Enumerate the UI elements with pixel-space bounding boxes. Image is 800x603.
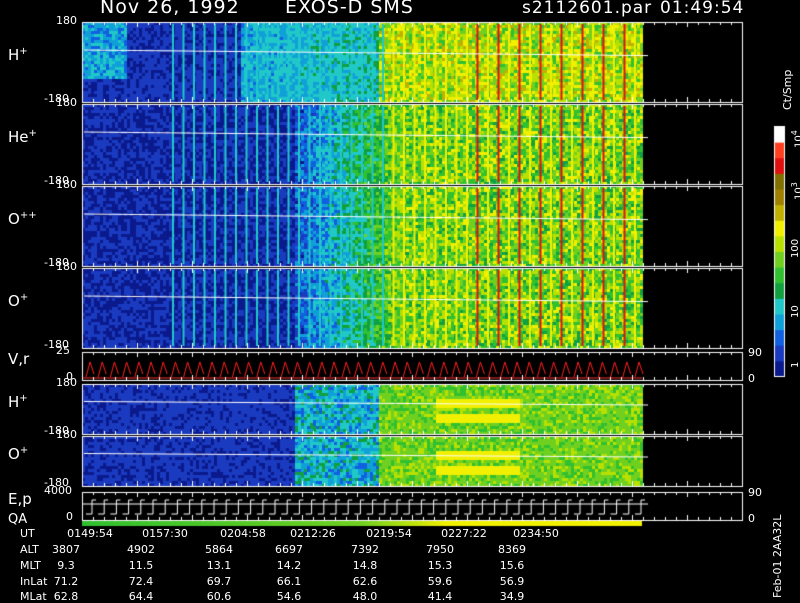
footer-cell: 4902 xyxy=(127,543,155,556)
footer-cell: 48.0 xyxy=(352,590,378,603)
footer-cell: 0204:58 xyxy=(220,527,266,540)
header-mission: EXOS-D SMS xyxy=(285,0,414,18)
footer-cell: 0212:26 xyxy=(290,527,336,540)
footer-cell: 15.3 xyxy=(427,559,453,572)
footer-cell: 14.8 xyxy=(352,559,378,572)
colorbar-label-100: 100 xyxy=(790,238,800,258)
footer-cell: 5864 xyxy=(205,543,233,556)
footer-cell: 59.6 xyxy=(427,575,453,588)
ytick-top-0: 180 xyxy=(56,14,77,27)
footer-cell: 41.4 xyxy=(427,590,453,603)
ytick-top-2: 180 xyxy=(56,178,77,191)
rtick-top-7: 90 xyxy=(748,486,762,499)
ytick-top-1: 180 xyxy=(56,96,77,109)
panel-label-3: O+ xyxy=(8,292,29,310)
panel-label-4: V,r xyxy=(8,350,30,368)
footer-cell: 7392 xyxy=(351,543,379,556)
footer-cell: 62.6 xyxy=(352,575,378,588)
footer-cell: 64.4 xyxy=(128,590,154,603)
footer-cell: 0227:22 xyxy=(441,527,487,540)
colorbar-label-1: 1 xyxy=(790,361,800,368)
side-note: Feb-01 2AA32L xyxy=(771,514,784,598)
panel-label2-7: QA xyxy=(8,512,28,527)
panel-label-0: H+ xyxy=(8,46,28,64)
ytick-bottom-7: 0 xyxy=(66,510,73,523)
spectrogram-canvas xyxy=(0,0,800,600)
ytick-top-3: 180 xyxy=(56,260,77,273)
footer-cell: 13.1 xyxy=(206,559,232,572)
footer-cell: 6697 xyxy=(275,543,303,556)
footer-cell: 62.8 xyxy=(53,590,79,603)
panel-label-2: O++ xyxy=(8,210,37,228)
colorbar-label-10: 10 xyxy=(790,305,800,318)
footer-row-label: UT xyxy=(20,527,35,540)
header-date: Nov 26, 1992 xyxy=(100,0,240,18)
footer-cell: 11.5 xyxy=(128,559,154,572)
footer-cell: 72.4 xyxy=(128,575,154,588)
footer-cell: 56.9 xyxy=(499,575,525,588)
colorbar-label-10000: 104 xyxy=(790,130,800,148)
colorbar-label-1000: 103 xyxy=(790,182,800,200)
footer-cell: 7950 xyxy=(426,543,454,556)
panel-label-1: He+ xyxy=(8,128,37,146)
rtick-top-4: 90 xyxy=(748,346,762,359)
footer-cell: 0149:54 xyxy=(67,527,113,540)
footer-cell: 8369 xyxy=(498,543,526,556)
rtick-bottom-7: 0 xyxy=(748,512,755,525)
footer-cell: 66.1 xyxy=(276,575,302,588)
footer-cell: 15.6 xyxy=(499,559,525,572)
footer-cell: 3807 xyxy=(52,543,80,556)
footer-cell: 0219:54 xyxy=(366,527,412,540)
footer-cell: 0157:30 xyxy=(142,527,188,540)
footer-cell: 14.2 xyxy=(276,559,302,572)
footer-cell: 69.7 xyxy=(206,575,232,588)
header-time: 01:49:54 xyxy=(660,0,745,18)
ytick-top-4: 25 xyxy=(56,344,70,357)
rtick-bottom-4: 0 xyxy=(748,372,755,385)
footer-cell: 60.6 xyxy=(206,590,232,603)
footer-cell: 34.9 xyxy=(499,590,525,603)
footer-cell: 71.2 xyxy=(53,575,79,588)
panel-label-6: O+ xyxy=(8,445,29,463)
ytick-top-5: 180 xyxy=(56,376,77,389)
ytick-top-6: 180 xyxy=(56,428,77,441)
colorbar-unit: Ct/Smp xyxy=(781,69,794,110)
footer-cell: 9.3 xyxy=(57,559,75,572)
panel-label-7: E,p xyxy=(8,490,32,508)
ytick-top-7: 4000 xyxy=(44,484,72,497)
header-file: s2112601.par xyxy=(522,0,653,18)
footer-cell: 54.6 xyxy=(276,590,302,603)
panel-label-5: H+ xyxy=(8,393,28,411)
footer-cell: 0234:50 xyxy=(513,527,559,540)
